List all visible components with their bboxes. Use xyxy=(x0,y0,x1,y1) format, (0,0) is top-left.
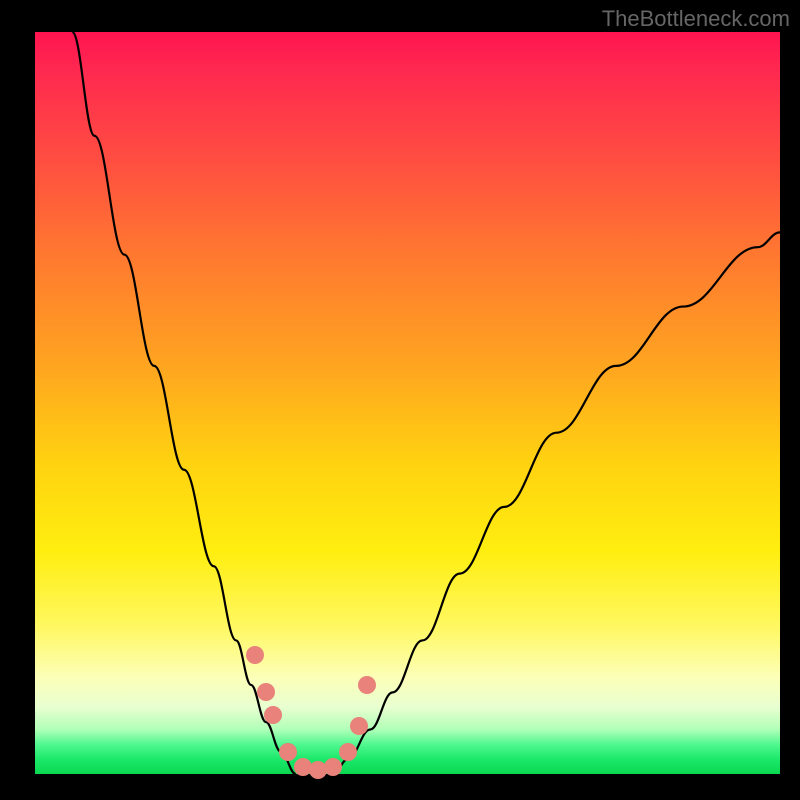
data-marker xyxy=(358,676,376,694)
data-marker xyxy=(279,743,297,761)
data-marker xyxy=(350,717,368,735)
watermark-text: TheBottleneck.com xyxy=(602,6,790,32)
data-marker xyxy=(246,646,264,664)
data-marker xyxy=(264,706,282,724)
data-marker xyxy=(257,683,275,701)
markers-container xyxy=(35,32,780,774)
data-marker xyxy=(339,743,357,761)
data-marker xyxy=(324,758,342,776)
